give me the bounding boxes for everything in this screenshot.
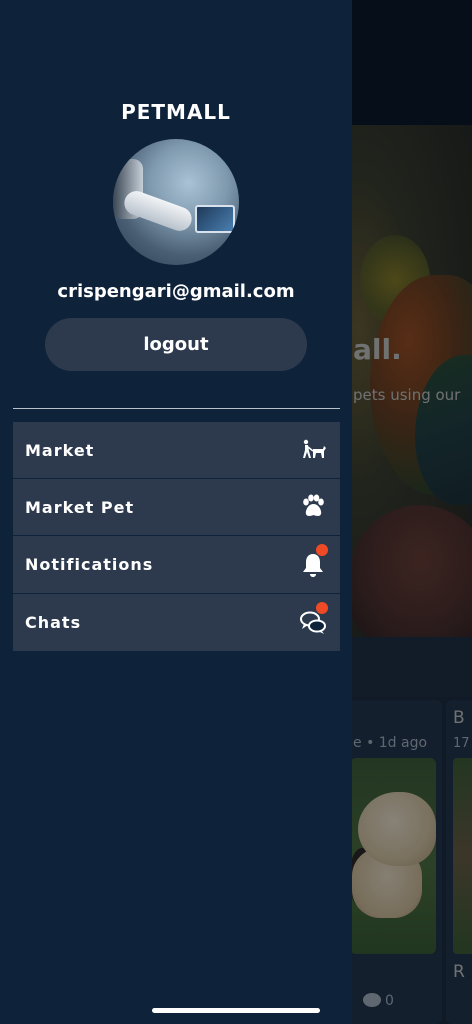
logout-button[interactable]: logout: [45, 318, 307, 371]
menu-item-notifications[interactable]: Notifications: [13, 536, 340, 593]
notification-badge: [316, 544, 328, 556]
menu-item-chats[interactable]: Chats: [13, 594, 340, 651]
paw-icon: [299, 493, 327, 521]
avatar-image-part: [195, 205, 235, 233]
menu-item-label: Market Pet: [25, 497, 135, 517]
menu-item-label: Chats: [25, 613, 82, 632]
avatar-image-part: [121, 187, 195, 235]
user-email: crispengari@gmail.com: [57, 281, 295, 302]
dog-walking-icon: [299, 436, 327, 464]
home-indicator[interactable]: [152, 1008, 320, 1013]
chat-badge: [316, 602, 328, 614]
divider: [13, 408, 340, 409]
menu-item-market[interactable]: Market: [13, 422, 340, 478]
avatar[interactable]: [113, 139, 239, 265]
drawer-menu: Market Market Pet Notifications Chats: [13, 422, 340, 652]
menu-item-market-pet[interactable]: Market Pet: [13, 479, 340, 535]
menu-item-label: Market: [25, 440, 95, 460]
navigation-drawer: PETMALL crispengari@gmail.com logout Mar…: [0, 0, 352, 1024]
app-title: PETMALL: [121, 100, 231, 124]
menu-item-label: Notifications: [25, 555, 154, 574]
